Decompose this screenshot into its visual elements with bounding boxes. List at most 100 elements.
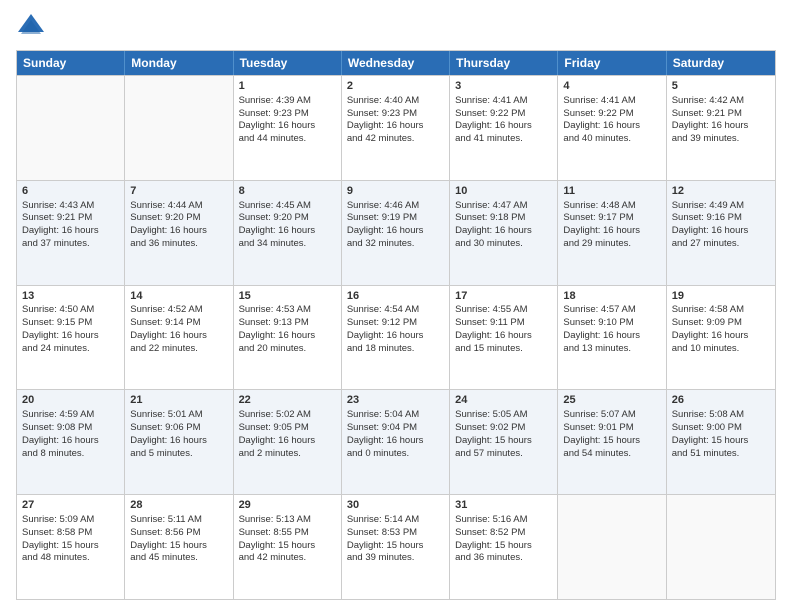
- day-number: 16: [347, 289, 444, 304]
- day-info-line: Sunset: 9:19 PM: [347, 212, 444, 225]
- calendar-cell: 9Sunrise: 4:46 AMSunset: 9:19 PMDaylight…: [342, 181, 450, 285]
- day-info-line: and 2 minutes.: [239, 448, 336, 461]
- day-header-wednesday: Wednesday: [342, 51, 450, 75]
- calendar-cell: 20Sunrise: 4:59 AMSunset: 9:08 PMDayligh…: [17, 390, 125, 494]
- day-number: 30: [347, 498, 444, 513]
- calendar-cell: 18Sunrise: 4:57 AMSunset: 9:10 PMDayligh…: [558, 286, 666, 390]
- day-info-line: and 45 minutes.: [130, 552, 227, 565]
- day-info-line: and 15 minutes.: [455, 343, 552, 356]
- day-info-line: and 20 minutes.: [239, 343, 336, 356]
- day-info-line: Daylight: 16 hours: [347, 120, 444, 133]
- day-number: 2: [347, 79, 444, 94]
- calendar-cell: 2Sunrise: 4:40 AMSunset: 9:23 PMDaylight…: [342, 76, 450, 180]
- calendar-cell: 13Sunrise: 4:50 AMSunset: 9:15 PMDayligh…: [17, 286, 125, 390]
- day-number: 24: [455, 393, 552, 408]
- day-info-line: and 13 minutes.: [563, 343, 660, 356]
- day-info-line: Sunrise: 4:42 AM: [672, 95, 770, 108]
- day-header-tuesday: Tuesday: [234, 51, 342, 75]
- day-info-line: and 24 minutes.: [22, 343, 119, 356]
- day-header-thursday: Thursday: [450, 51, 558, 75]
- day-info-line: Sunset: 9:04 PM: [347, 422, 444, 435]
- day-info-line: Sunset: 8:53 PM: [347, 527, 444, 540]
- calendar-cell: 25Sunrise: 5:07 AMSunset: 9:01 PMDayligh…: [558, 390, 666, 494]
- day-info-line: Sunrise: 4:47 AM: [455, 200, 552, 213]
- day-info-line: Sunrise: 5:01 AM: [130, 409, 227, 422]
- day-info-line: Sunrise: 4:39 AM: [239, 95, 336, 108]
- day-number: 3: [455, 79, 552, 94]
- day-info-line: and 5 minutes.: [130, 448, 227, 461]
- day-info-line: Sunset: 9:11 PM: [455, 317, 552, 330]
- day-info-line: Daylight: 16 hours: [455, 120, 552, 133]
- day-info-line: Daylight: 16 hours: [347, 330, 444, 343]
- day-info-line: Sunrise: 4:46 AM: [347, 200, 444, 213]
- day-number: 17: [455, 289, 552, 304]
- calendar-cell: [17, 76, 125, 180]
- day-info-line: Daylight: 16 hours: [347, 225, 444, 238]
- day-info-line: Sunrise: 4:50 AM: [22, 304, 119, 317]
- calendar-cell: 17Sunrise: 4:55 AMSunset: 9:11 PMDayligh…: [450, 286, 558, 390]
- calendar-cell: [558, 495, 666, 599]
- calendar-cell: 1Sunrise: 4:39 AMSunset: 9:23 PMDaylight…: [234, 76, 342, 180]
- page: SundayMondayTuesdayWednesdayThursdayFrid…: [0, 0, 792, 612]
- day-info-line: Sunset: 9:22 PM: [455, 108, 552, 121]
- calendar-cell: 28Sunrise: 5:11 AMSunset: 8:56 PMDayligh…: [125, 495, 233, 599]
- day-info-line: Daylight: 16 hours: [22, 225, 119, 238]
- day-info-line: Daylight: 16 hours: [239, 225, 336, 238]
- header: [16, 12, 776, 42]
- day-info-line: and 41 minutes.: [455, 133, 552, 146]
- day-info-line: Sunrise: 5:08 AM: [672, 409, 770, 422]
- day-info-line: Daylight: 15 hours: [22, 540, 119, 553]
- day-info-line: Daylight: 15 hours: [347, 540, 444, 553]
- day-info-line: Daylight: 16 hours: [239, 435, 336, 448]
- day-header-monday: Monday: [125, 51, 233, 75]
- day-info-line: Sunrise: 4:55 AM: [455, 304, 552, 317]
- day-info-line: Sunrise: 4:54 AM: [347, 304, 444, 317]
- day-info-line: and 36 minutes.: [130, 238, 227, 251]
- day-info-line: and 18 minutes.: [347, 343, 444, 356]
- day-number: 21: [130, 393, 227, 408]
- day-info-line: and 40 minutes.: [563, 133, 660, 146]
- day-info-line: Sunset: 9:18 PM: [455, 212, 552, 225]
- day-number: 26: [672, 393, 770, 408]
- day-info-line: and 27 minutes.: [672, 238, 770, 251]
- day-number: 14: [130, 289, 227, 304]
- day-info-line: Sunrise: 4:53 AM: [239, 304, 336, 317]
- day-info-line: and 8 minutes.: [22, 448, 119, 461]
- day-info-line: Sunset: 9:20 PM: [130, 212, 227, 225]
- day-info-line: Daylight: 16 hours: [455, 225, 552, 238]
- calendar-row-3: 13Sunrise: 4:50 AMSunset: 9:15 PMDayligh…: [17, 285, 775, 390]
- calendar-cell: 19Sunrise: 4:58 AMSunset: 9:09 PMDayligh…: [667, 286, 775, 390]
- day-info-line: Sunrise: 5:04 AM: [347, 409, 444, 422]
- day-info-line: Daylight: 15 hours: [239, 540, 336, 553]
- day-info-line: Sunset: 8:56 PM: [130, 527, 227, 540]
- day-info-line: Daylight: 16 hours: [239, 120, 336, 133]
- calendar-cell: 8Sunrise: 4:45 AMSunset: 9:20 PMDaylight…: [234, 181, 342, 285]
- day-header-sunday: Sunday: [17, 51, 125, 75]
- calendar-cell: 11Sunrise: 4:48 AMSunset: 9:17 PMDayligh…: [558, 181, 666, 285]
- calendar-cell: 14Sunrise: 4:52 AMSunset: 9:14 PMDayligh…: [125, 286, 233, 390]
- day-header-saturday: Saturday: [667, 51, 775, 75]
- day-info-line: and 29 minutes.: [563, 238, 660, 251]
- day-info-line: Daylight: 16 hours: [563, 330, 660, 343]
- day-number: 7: [130, 184, 227, 199]
- day-info-line: Sunset: 9:21 PM: [672, 108, 770, 121]
- day-number: 4: [563, 79, 660, 94]
- calendar-cell: 15Sunrise: 4:53 AMSunset: 9:13 PMDayligh…: [234, 286, 342, 390]
- day-info-line: Daylight: 16 hours: [672, 330, 770, 343]
- day-info-line: Sunrise: 4:45 AM: [239, 200, 336, 213]
- calendar-cell: 31Sunrise: 5:16 AMSunset: 8:52 PMDayligh…: [450, 495, 558, 599]
- day-info-line: Sunset: 9:23 PM: [347, 108, 444, 121]
- calendar-row-5: 27Sunrise: 5:09 AMSunset: 8:58 PMDayligh…: [17, 494, 775, 599]
- day-info-line: and 54 minutes.: [563, 448, 660, 461]
- day-info-line: Sunset: 8:55 PM: [239, 527, 336, 540]
- day-info-line: Daylight: 15 hours: [563, 435, 660, 448]
- day-info-line: and 0 minutes.: [347, 448, 444, 461]
- day-info-line: Daylight: 16 hours: [347, 435, 444, 448]
- day-info-line: Sunrise: 5:05 AM: [455, 409, 552, 422]
- day-info-line: Sunrise: 4:52 AM: [130, 304, 227, 317]
- day-number: 20: [22, 393, 119, 408]
- day-number: 9: [347, 184, 444, 199]
- day-info-line: Daylight: 16 hours: [239, 330, 336, 343]
- day-info-line: Daylight: 16 hours: [22, 435, 119, 448]
- day-info-line: Sunset: 9:23 PM: [239, 108, 336, 121]
